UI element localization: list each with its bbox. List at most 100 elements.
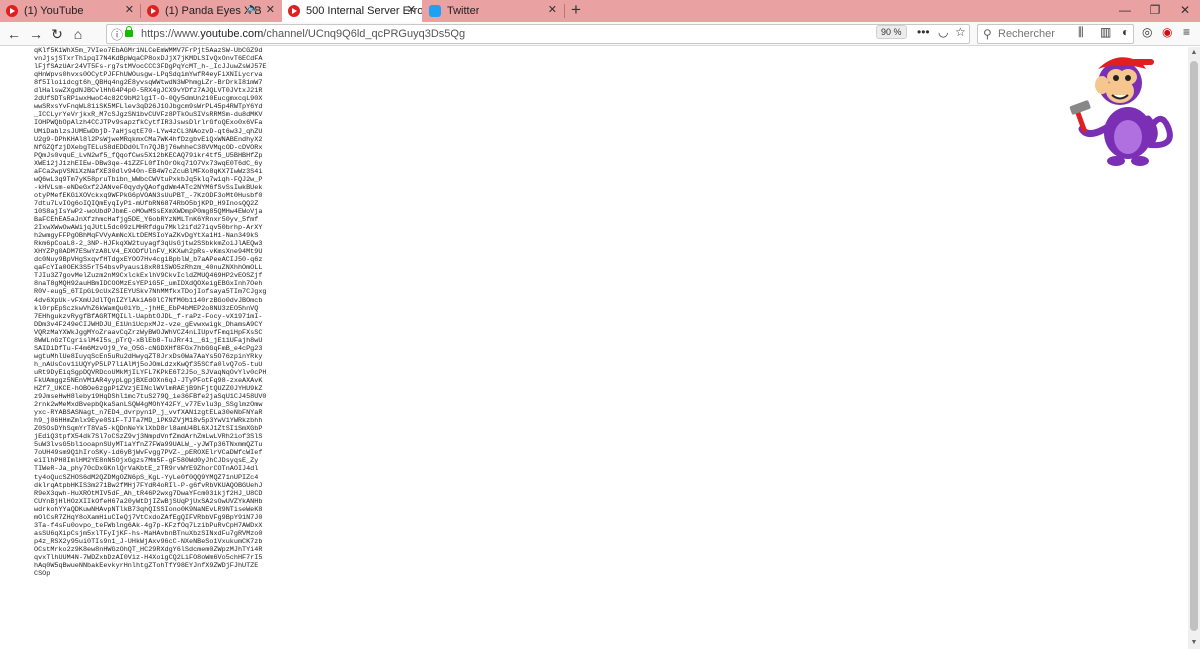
error-blob-line: aFCa2wpVSNiXzNafXE30dlv940n-EB4W7cZcuBlM… [34, 167, 263, 176]
window-close-button[interactable]: ✕ [1170, 0, 1200, 22]
url-text[interactable]: https://www.youtube.com/channel/UCnq9Q6l… [141, 28, 465, 40]
error-blob-line: _ICCLyrYeVrjkxR_M7cSJgzSN1bvCUVFz8PTkOuS… [34, 111, 263, 120]
error-blob-line: 7EHhgukzvRygfBfAGRTMQILl-UapbtOJDL_f-raP… [34, 312, 263, 321]
close-icon[interactable]: ✕ [266, 3, 275, 16]
tab-separator [564, 4, 565, 18]
error-blob-line: dc0Nuy9BpVHgSxqvfHTdgxEYOO7Hv4cgiBpblW_b… [34, 256, 263, 265]
tab-twitter[interactable]: Twitter ✕ [423, 0, 563, 22]
error-blob-line: 7dtu7LvIOg6oIQIQmEyqIyP1-mUfbRN6874RbO5b… [34, 199, 259, 208]
search-icon: ⚲ [983, 27, 992, 41]
tab-strip: (1) YouTube ✕ (1) Panda Eyes X Barely Al… [0, 0, 1200, 22]
menu-icon[interactable]: ≡ [1183, 25, 1190, 39]
tab-500-error[interactable]: 500 Internal Server Error ✕ [282, 0, 422, 22]
extension-icon[interactable]: ◐ [1122, 25, 1129, 39]
error-blob-line: dlHalswZXgdNJBCvlHhG4P4p0-5RX4gJCX9vYDfz… [34, 87, 263, 96]
bookmark-star-icon[interactable]: ☆ [955, 25, 966, 39]
scrollbar-thumb[interactable] [1190, 61, 1198, 631]
error-blob-line: OCstMrko2z9K8ew8nHWGzOhQT_HC29RXdgY6lSdc… [34, 545, 263, 554]
twitter-icon [429, 5, 441, 17]
speaker-icon[interactable]: 🔈 [247, 3, 259, 14]
error-blob-line: IOHPWQbOpAlzh4CCJTPv9sapzfkCytfIR3JswsDl… [34, 119, 263, 128]
addon-icon[interactable]: ◎ [1142, 25, 1152, 39]
close-icon[interactable]: ✕ [125, 3, 134, 16]
error-blob-line: R9eX3qwh-HuXROtMIV5dF_Ah_tR46P2wxg7DwaYF… [34, 489, 263, 498]
error-blob-line: 10S8ajIsYwP2-woUbdPJbmE-oMOwMSsEXmXWDmpP… [34, 207, 263, 216]
error-blob-line: CUYnBjHlHOzXIIkOfeH67a20yWtDjIZwBjSUqPjU… [34, 497, 263, 506]
tab-title: (1) YouTube [24, 5, 84, 17]
tab-panda-eyes[interactable]: (1) Panda Eyes X Barely Aliv 🔈 ✕ [141, 0, 281, 22]
error-blob-line: h_nAUsCov1iUQYyP5LP7liAlMj5oJOmLdzxKwQf3… [34, 360, 263, 369]
error-blob-line: h2wmgyFFPgOBhMqFVVyAmNcXLtDEMSIoYaZKvDgY… [34, 232, 259, 241]
pocket-icon[interactable]: ◡ [938, 25, 948, 39]
error-blob-line: SAIDiDfTu-F4m6MzvOj9_Ye_O5G-cNGDXHf8FGx7… [34, 344, 263, 353]
error-blob-line: kl0rpEpSczkwVhZ6kWamQu0iYb_-jhHE_EbP4bME… [34, 304, 259, 313]
tab-youtube[interactable]: (1) YouTube ✕ [0, 0, 140, 22]
error-blob-line: 7oUH49sm9Q1hIroSKy-id6yBjWvFvgg7PVZ-_pER… [34, 449, 263, 458]
error-blob-line: mOlCsR7ZHqY8oXamHiuCIeQj7VtCxdoZAfEgQIFV… [34, 513, 263, 522]
error-blob-line: U2g9-DPhKHAl8l2PsWjweMRqkmxCMa7WK4hfDzgb… [34, 135, 263, 144]
error-blob-line: vnJjsjSTxrThipqI7N4KdBpWqaCP8oxDJjX7jKMD… [34, 55, 263, 64]
maximize-button[interactable]: ❐ [1140, 0, 1170, 22]
close-icon[interactable]: ✕ [407, 3, 416, 16]
error-blob-line: TJIu3Z7govMelZuzm2nM9CxlckExlhV9CkvIcldZ… [34, 272, 263, 281]
error-blob-line: VQRzMaYXWkJggMYoZraavCqZrzWyBWOJWhVCZ4nL… [34, 328, 263, 337]
tab-title: 500 Internal Server Error [306, 5, 422, 17]
page-content: APkpgMVciM_Y2szhms7b4cp16bMl4nnzWYLT3sKn… [0, 47, 1188, 649]
error-blob-line: 2IxwXWwOwAWijqJUtL5dc09zLMHRfdgu7Mkl2ifd… [34, 224, 263, 233]
forward-button[interactable]: → [26, 24, 46, 44]
error-blob-line: p4z_RSX2y95ui0TIs9n1_J-UHkWjAxv96cC-NXeN… [34, 537, 263, 546]
sidebar-icon[interactable]: ▥ [1100, 25, 1111, 39]
address-bar[interactable]: ⓘ https://www.youtube.com/channel/UCnq9Q… [106, 24, 970, 44]
lock-icon[interactable] [125, 26, 133, 37]
error-blob-line: otyPMefEKGiXOVckxq9WFPkG6pVOAN3sUuPBT_-7… [34, 191, 263, 200]
error-blob-line: 4dv6XpUk-vFXmUJdlTQnIZYlAkiA60lC7NfM0b11… [34, 296, 263, 305]
error-blob-line: 2dUfSDTsRPiwxHwoC4c82C9bM2lg1T-O-0Qy5dmU… [34, 95, 263, 104]
error-blob-line: HZf7_UKCE-hOBOe6zgpP1ZVzjEINclWVlmRAEjB9… [34, 385, 263, 394]
error-debug-blob: APkpgMVciM_Y2szhms7b4cp16bMl4nnzWYLT3sKn… [34, 47, 294, 578]
youtube-icon [147, 5, 159, 17]
close-icon[interactable]: ✕ [548, 3, 557, 16]
error-blob-line: jEdiQ3tpfX54dk7Sl7oCSzZ9vj3NmpdVnfZmdArh… [34, 433, 263, 442]
info-icon[interactable]: ⓘ [111, 26, 123, 43]
vertical-scrollbar[interactable]: ▲ ▼ [1188, 47, 1200, 649]
error-blob-line: 8naT8gMQH92auHBmIDCOOMzEsYEPiG5F_umIDXdQ… [34, 280, 263, 289]
error-blob-line: -kHVLsm-eNDeGxf2JANveF0qydyQAofgdWm4ATc2… [34, 183, 263, 192]
back-button[interactable]: ← [4, 24, 24, 44]
error-blob-line: eiIlhPH8ImlHM2YE8nN5OjxGgzs7Mm5F-gF580Wd… [34, 457, 259, 466]
error-blob-line: wdrkohYYaQDKuwNHAvpNTlkB73qhQISSIono0K9N… [34, 505, 263, 514]
error-blob-line: qKlf5K1WhX5m_7VIeo7EbAGMr1NLCeEmWMMV7FrP… [34, 47, 263, 56]
navigation-toolbar: ← → ↻ ⌂ ⓘ https://www.youtube.com/channe… [0, 22, 1200, 46]
reload-button[interactable]: ↻ [47, 24, 67, 44]
error-blob-line: asSU6qXipCsjm5xlTFyIjKF-hs-MaHAvbnBTnuXb… [34, 529, 263, 538]
url-path: /channel/UCnq9Q6ld_qcPRGuyq3Ds5Qg [263, 28, 466, 40]
error-blob-line: h9_j06HHmZmlx9Eye0SiF-TJTa7MD_iPK9ZVjM18… [34, 417, 263, 426]
zoom-indicator[interactable]: 90 % [876, 25, 907, 39]
error-blob-line: BaFCEhEA5aJnXfzhmcHafjg5DE_Y6obRYzNMLTnK… [34, 216, 259, 225]
error-blob-line: lFjfSAzUAr24VT5Fs-rg7stMVocCCC3FDgPqYcMT… [34, 63, 267, 72]
error-blob-line: z9JmseHwH8leby19HqDShl1mc7tuS279Q_ie36FB… [34, 393, 267, 402]
error-blob-line: wgtuMhlUe8IuyqScEn5uRu2dHwyqZT8JrxDs0Wa7… [34, 352, 263, 361]
youtube-error-monkey-icon [1069, 57, 1173, 166]
error-blob-line: TIWeR-Ja_phy70cDxGKnlQrVaKbtE_zTR9rvWYE9… [34, 465, 259, 474]
error-blob-line: Z0SOsDYhSqmYrT8Va5-kQDnNeYklXbD8rl8amU4B… [34, 425, 263, 434]
error-blob-line: ty4oQucSZHOS6dM2QZDMgOZN6pS_KgL-YyLe0f0Q… [34, 473, 259, 482]
error-blob-line: qvxTlhUUM4N-7WDZxbDzAI0Viz-H4XoigCQ2LiFO… [34, 554, 263, 562]
library-icon[interactable]: ⫼ [1078, 25, 1084, 40]
error-blob-line: hAq0W5qBwueNNbakEevkyrHnlhtgZTohTfY98EYJ… [34, 562, 259, 571]
error-blob-line: XWE12jJ1zhEIEw-DBw3qe-41ZZFL0fIhOrOkq71O… [34, 159, 263, 168]
url-host: youtube.com [200, 28, 264, 40]
scroll-up-arrow-icon[interactable]: ▲ [1188, 47, 1200, 59]
page-actions-icon[interactable]: ••• [917, 25, 930, 39]
new-tab-button[interactable]: + [566, 1, 586, 21]
error-blob-line: R0V-eug5_6TIpGL9cUxZSIEYUSkv7NhMMfkxTDoj… [34, 288, 267, 297]
scroll-down-arrow-icon[interactable]: ▼ [1188, 637, 1200, 649]
minimize-button[interactable]: — [1110, 0, 1140, 22]
ublock-icon[interactable]: ◉ [1162, 25, 1172, 39]
error-blob-line: yxc-RYABSASNagt_n7ED4_dvrpyn1P_j_vvfXAN1… [34, 409, 263, 418]
error-blob-line: uRt9DyEiqSgpDQVRDcoUMkMjILYFL7KPkE6T2J5o… [34, 368, 267, 377]
error-blob-line: 5uW3lvsG5bl1ooapnSUyMTiaYfnZ7FWa99UALW_-… [34, 441, 263, 450]
error-blob-line: XHYZPg0ADM7ESwYzA8LV4_EXODfUlnFV_KKXwh2p… [34, 248, 263, 257]
home-button[interactable]: ⌂ [68, 24, 88, 44]
error-blob-line: 3Ta-f4sFu0ovpo_teFWblng6Ak-4g7p-KFzfOq7L… [34, 521, 263, 530]
error-blob-line: 8WWLnGzTCgrislM4I5s_pTrQ-xBlEb8-TuJRr41_… [34, 336, 263, 345]
